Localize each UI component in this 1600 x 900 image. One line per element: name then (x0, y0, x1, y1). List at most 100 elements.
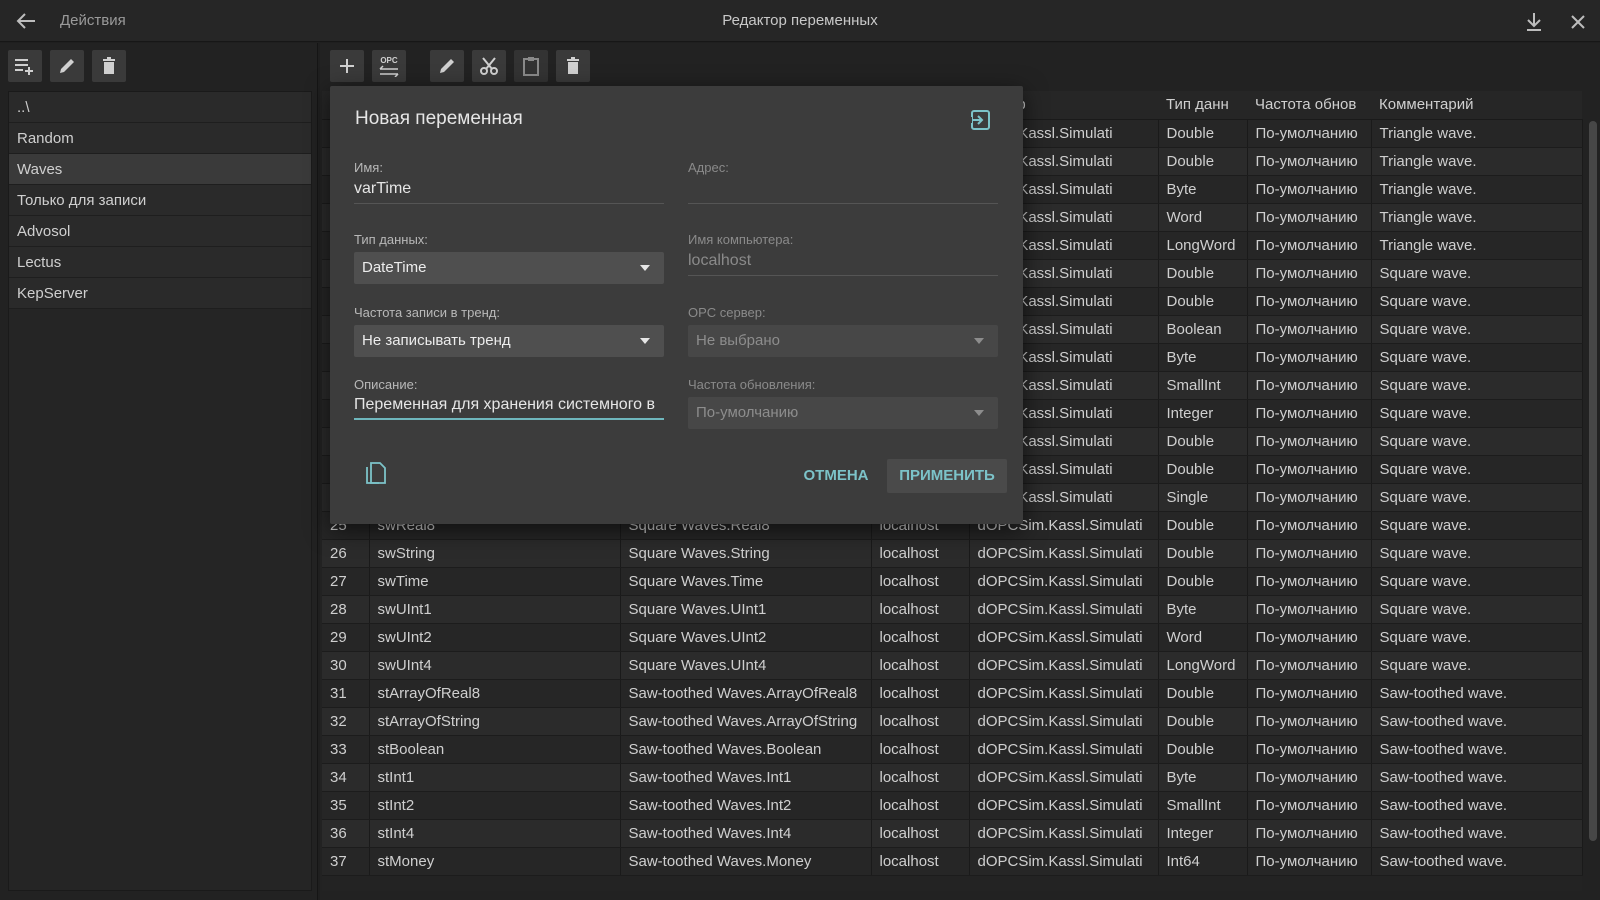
table-row[interactable]: 35 stInt2 Saw-toothed Waves.Int2 localhost d… (322, 791, 1583, 820)
table-cell: Square Waves.String (620, 539, 872, 568)
delete-variable-button[interactable] (556, 50, 590, 82)
table-cell: localhost (871, 539, 970, 568)
back-button[interactable] (10, 6, 42, 36)
pencil-icon (60, 59, 74, 73)
table-row[interactable]: 30 swUInt4 Square Waves.UInt4 localhost dOPC… (322, 651, 1583, 680)
dialog-exit-button[interactable] (966, 106, 994, 134)
table-cell: dOPCSim.Kassl.Simulati (969, 567, 1159, 596)
table-cell: 33 (322, 735, 370, 764)
cancel-button[interactable]: ОТМЕНА (792, 459, 880, 493)
folders-toolbar (8, 50, 126, 82)
table-cell: По-умолчанию (1247, 259, 1372, 288)
trend-rate-select[interactable]: Не записывать тренд (354, 325, 664, 357)
table-cell: 26 (322, 539, 370, 568)
opc-server-select[interactable]: Не выбрано (688, 325, 998, 357)
cut-variable-button[interactable] (472, 50, 506, 82)
paste-variable-button[interactable] (514, 50, 548, 82)
apply-button[interactable]: ПРИМЕНИТЬ (887, 459, 1007, 493)
exit-to-app-icon (969, 110, 990, 130)
chevron-down-icon (974, 410, 984, 416)
table-cell: По-умолчанию (1247, 847, 1372, 876)
column-header-datatype[interactable]: Тип данн (1158, 91, 1247, 120)
close-button[interactable] (1564, 8, 1592, 36)
table-row[interactable]: 36 stInt4 Saw-toothed Waves.Int4 localhost d… (322, 819, 1583, 848)
description-field[interactable]: Переменная для хранения системного в (354, 390, 664, 420)
table-row[interactable]: 29 swUInt2 Square Waves.UInt2 localhost dOPC… (322, 623, 1583, 652)
table-cell: По-умолчанию (1247, 819, 1372, 848)
delete-folder-button[interactable] (92, 50, 126, 82)
trash-icon (567, 57, 579, 74)
table-cell: Double (1158, 259, 1248, 288)
edit-folder-button[interactable] (50, 50, 84, 82)
vertical-scrollbar[interactable] (1588, 91, 1598, 891)
table-cell: Double (1158, 287, 1248, 316)
tree-item-parent[interactable]: ..\ (9, 92, 311, 123)
table-cell: Double (1158, 147, 1248, 176)
table-cell: swUInt1 (369, 595, 621, 624)
trend-rate-value: Не записывать тренд (362, 332, 511, 349)
table-cell: localhost (871, 735, 970, 764)
trend-rate-label: Частота записи в тренд: (354, 305, 500, 320)
tree-item-advosol[interactable]: Advosol (9, 216, 311, 247)
table-cell: Saw-toothed Waves.Money (620, 847, 872, 876)
table-cell: Saw-toothed Waves.Int1 (620, 763, 872, 792)
trash-icon (103, 57, 115, 74)
table-cell: Double (1158, 511, 1248, 540)
table-cell: По-умолчанию (1247, 791, 1372, 820)
name-field[interactable]: varTime (354, 174, 664, 204)
table-cell: Square wave. (1371, 651, 1583, 680)
table-row[interactable]: 33 stBoolean Saw-toothed Waves.Boolean loca… (322, 735, 1583, 764)
computer-name-field[interactable]: localhost (688, 246, 998, 276)
table-row[interactable]: 26 swString Square Waves.String localhost dO… (322, 539, 1583, 568)
table-cell: Byte (1158, 175, 1248, 204)
table-cell: Saw-toothed Waves.ArrayOfReal8 (620, 679, 872, 708)
table-cell: 30 (322, 651, 370, 680)
table-row[interactable]: 28 swUInt1 Square Waves.UInt1 localhost dOPC… (322, 595, 1583, 624)
folder-tree: ..\ Random Waves Только для записи Advos… (8, 91, 312, 891)
address-field[interactable] (688, 174, 998, 204)
column-header-update-rate[interactable]: Частота обнов (1247, 91, 1371, 120)
table-cell: Triangle wave. (1371, 231, 1583, 260)
table-cell: Triangle wave. (1371, 147, 1583, 176)
table-cell: Saw-toothed Waves.ArrayOfString (620, 707, 872, 736)
update-rate-select[interactable]: По-умолчанию (688, 397, 998, 429)
opc-server-value: Не выбрано (696, 332, 780, 349)
table-row[interactable]: 37 stMoney Saw-toothed Waves.Money localhos… (322, 847, 1583, 876)
add-opc-variable-button[interactable]: OPC (372, 50, 406, 82)
table-cell: Double (1158, 539, 1248, 568)
table-cell: Double (1158, 455, 1248, 484)
table-cell: Word (1158, 203, 1248, 232)
table-cell: 35 (322, 791, 370, 820)
table-cell: swUInt2 (369, 623, 621, 652)
edit-variable-button[interactable] (430, 50, 464, 82)
tree-item-random[interactable]: Random (9, 123, 311, 154)
table-cell: Boolean (1158, 315, 1248, 344)
column-header-comment[interactable]: Комментарий (1371, 91, 1582, 120)
tree-item-lectus[interactable]: Lectus (9, 247, 311, 278)
table-row[interactable]: 31 stArrayOfReal8 Saw-toothed Waves.ArrayO… (322, 679, 1583, 708)
tree-item-waves[interactable]: Waves (9, 154, 311, 185)
table-row[interactable]: 34 stInt1 Saw-toothed Waves.Int1 localhost d… (322, 763, 1583, 792)
computer-name-label: Имя компьютера: (688, 232, 794, 247)
datatype-label: Тип данных: (354, 232, 428, 247)
datatype-select[interactable]: DateTime (354, 252, 664, 284)
table-cell: По-умолчанию (1247, 427, 1372, 456)
scissors-icon (480, 57, 498, 75)
add-variable-button[interactable] (330, 50, 364, 82)
table-row[interactable]: 32 stArrayOfString Saw-toothed Waves.Array… (322, 707, 1583, 736)
table-row[interactable]: 27 swTime Square Waves.Time localhost dOPCSi… (322, 567, 1583, 596)
window-title: Редактор переменных (722, 12, 878, 29)
table-cell: Square wave. (1371, 539, 1583, 568)
table-cell: Square wave. (1371, 427, 1583, 456)
folders-panel: ..\ Random Waves Только для записи Advos… (0, 43, 318, 900)
title-bar: Действия Редактор переменных (0, 0, 1600, 42)
dialog-title: Новая переменная (355, 108, 523, 129)
tree-item-write-only[interactable]: Только для записи (9, 185, 311, 216)
table-cell: По-умолчанию (1247, 567, 1372, 596)
add-folder-button[interactable] (8, 50, 42, 82)
tree-item-kepserver[interactable]: KepServer (9, 278, 311, 309)
table-cell: localhost (871, 623, 970, 652)
download-button[interactable] (1520, 8, 1548, 36)
scrollbar-thumb[interactable] (1589, 121, 1597, 841)
copy-document-button[interactable] (362, 458, 390, 488)
